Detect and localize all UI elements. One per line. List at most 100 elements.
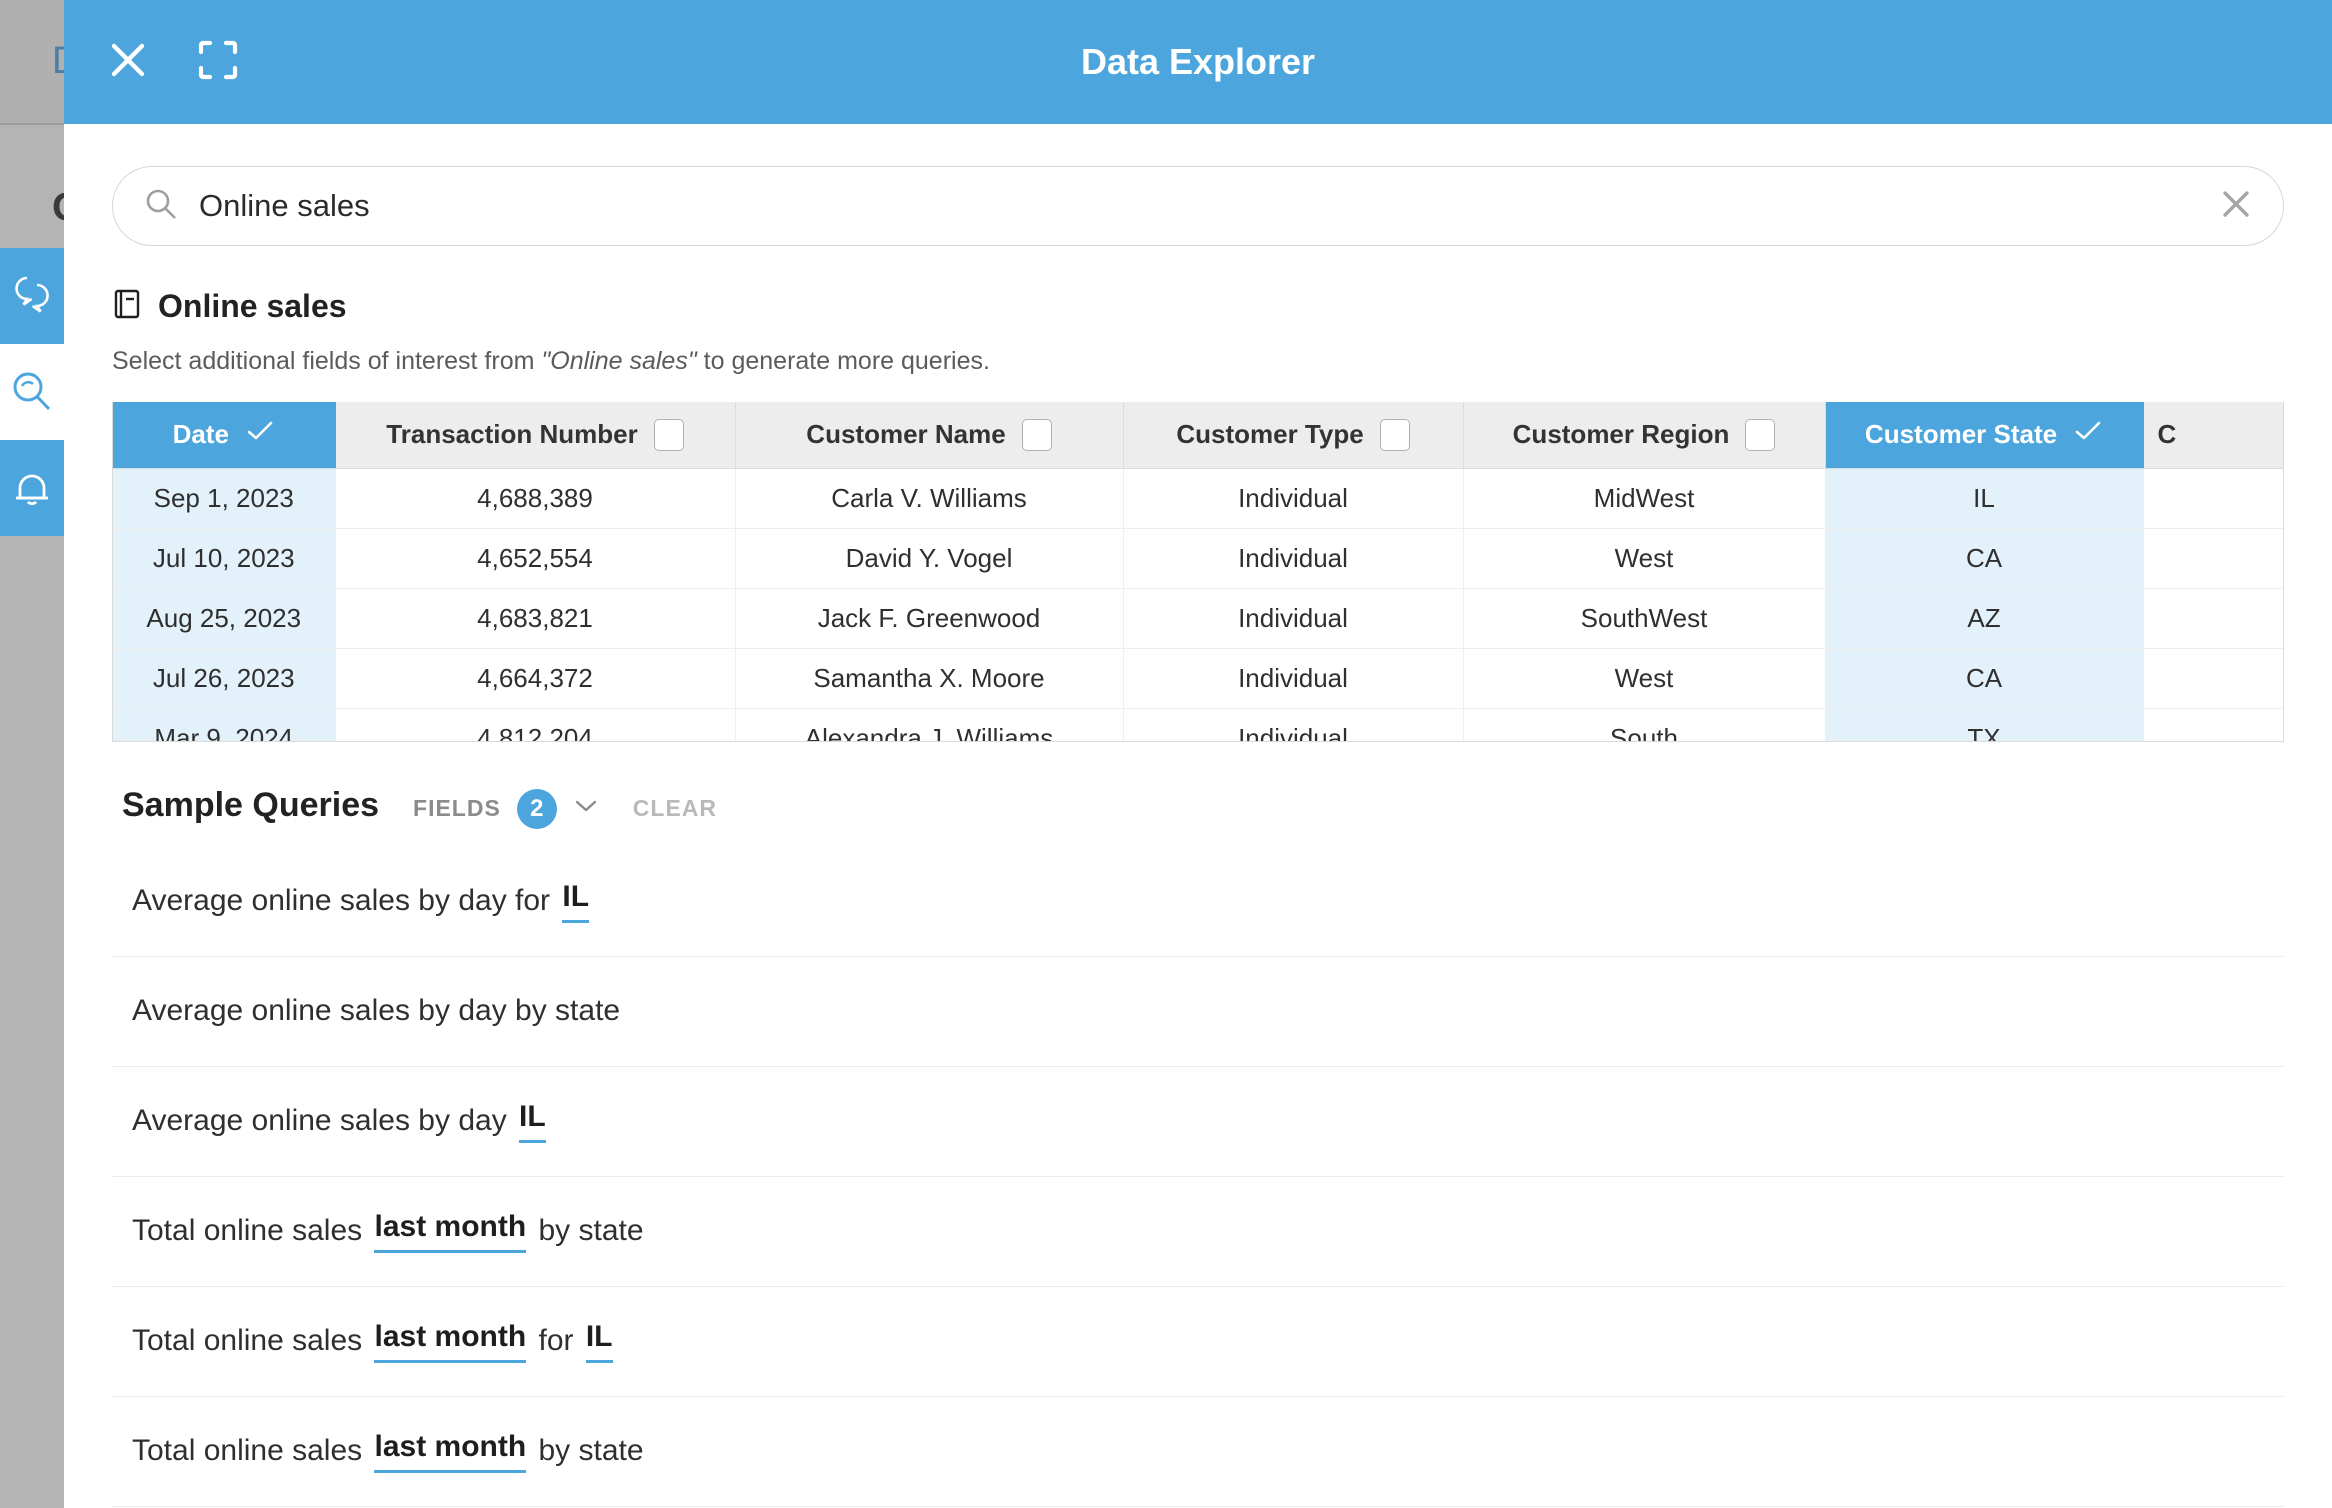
search-input[interactable]: Online sales xyxy=(199,188,2219,224)
check-icon xyxy=(2073,419,2103,450)
query-token[interactable]: IL xyxy=(585,1320,613,1363)
cell-more xyxy=(2143,588,2283,649)
dataset-subtitle-after: to generate more queries. xyxy=(696,347,990,375)
column-checkbox[interactable] xyxy=(1021,418,1052,451)
cell-name: Alexandra J. Williams xyxy=(735,708,1124,741)
query-text: Total online sales xyxy=(132,1214,371,1247)
query-text: by state xyxy=(530,1214,644,1247)
close-icon xyxy=(107,39,149,86)
column-header-customer-state[interactable]: Customer State xyxy=(1825,402,2144,469)
fields-count-badge: 2 xyxy=(516,788,557,829)
check-icon xyxy=(245,419,275,450)
cell-name: David Y. Vogel xyxy=(735,528,1124,589)
column-checkbox[interactable] xyxy=(653,418,684,451)
cell-date: Mar 9, 2024 xyxy=(113,708,336,741)
cell-state: CA xyxy=(1825,648,2144,709)
cell-type: Individual xyxy=(1123,528,1464,589)
sample-query-item[interactable]: Total online sales last month by state xyxy=(112,1397,2284,1507)
search-icon xyxy=(143,186,179,227)
cell-name: Samantha X. Moore xyxy=(735,648,1124,709)
sample-queries-list: Average online sales by day for IL Avera… xyxy=(112,847,2284,1507)
dataset-subtitle: Select additional fields of interest fro… xyxy=(112,347,2284,376)
rail-item-search[interactable] xyxy=(0,344,64,440)
table-row[interactable]: Sep 1, 2023 4,688,389 Carla V. Williams … xyxy=(113,468,2283,529)
sample-query-item[interactable]: Total online sales last month for IL xyxy=(112,1287,2284,1397)
conversations-icon xyxy=(9,274,55,318)
rail-item-conversations[interactable] xyxy=(0,248,64,344)
bell-icon xyxy=(10,465,54,511)
query-text: by state xyxy=(530,1434,644,1467)
cell-txn: 4,812,204 xyxy=(335,708,736,741)
sample-query-item[interactable]: Average online sales by day for IL xyxy=(112,847,2284,957)
fields-preview-table[interactable]: Date Transaction Number Customer Name Cu… xyxy=(112,402,2284,742)
column-header-date[interactable]: Date xyxy=(113,402,336,469)
search-clear-button[interactable] xyxy=(2219,187,2253,226)
cell-name: Jack F. Greenwood xyxy=(735,588,1124,649)
cell-more xyxy=(2143,708,2283,741)
sample-query-item[interactable]: Average online sales by day by state xyxy=(112,957,2284,1067)
cell-state: AZ xyxy=(1825,588,2144,649)
cell-state: CA xyxy=(1825,528,2144,589)
query-text: Average online sales by day by state xyxy=(132,994,621,1027)
cell-type: Individual xyxy=(1123,648,1464,709)
column-header-customer-type[interactable]: Customer Type xyxy=(1123,402,1464,469)
dataset-subtitle-quoted: "Online sales" xyxy=(541,347,697,375)
column-header-customer-region[interactable]: Customer Region xyxy=(1463,402,1826,469)
rail-item-notifications[interactable] xyxy=(0,440,64,536)
fields-filter-button[interactable]: FIELDS 2 xyxy=(413,788,599,829)
expand-button[interactable] xyxy=(186,30,250,94)
column-checkbox[interactable] xyxy=(1379,418,1410,451)
search-bar[interactable]: Online sales xyxy=(112,166,2284,246)
query-token[interactable]: last month xyxy=(374,1430,527,1473)
query-token[interactable]: last month xyxy=(374,1320,527,1363)
left-icon-rail xyxy=(0,248,64,536)
query-token[interactable]: IL xyxy=(519,1100,546,1143)
dataset-title: Online sales xyxy=(158,288,347,324)
cell-state: TX xyxy=(1825,708,2144,741)
cell-state: IL xyxy=(1825,468,2144,529)
fullscreen-icon xyxy=(196,38,240,87)
fields-label: FIELDS xyxy=(413,795,501,821)
query-token[interactable]: last month xyxy=(374,1210,527,1253)
query-text: Total online sales xyxy=(132,1324,371,1357)
sample-query-item[interactable]: Total online sales last month by state xyxy=(112,1177,2284,1287)
cell-more xyxy=(2143,648,2283,709)
sample-queries-title: Sample Queries xyxy=(122,786,380,824)
table-header-row: Date Transaction Number Customer Name Cu… xyxy=(113,402,2283,469)
column-header-truncated[interactable]: C xyxy=(2143,402,2283,469)
table-row[interactable]: Aug 25, 2023 4,683,821 Jack F. Greenwood… xyxy=(113,588,2283,649)
close-icon xyxy=(2219,187,2253,226)
column-header-transaction-number[interactable]: Transaction Number xyxy=(335,402,736,469)
cell-type: Individual xyxy=(1123,708,1464,741)
cell-type: Individual xyxy=(1123,588,1464,649)
modal-header-actions xyxy=(64,30,250,94)
modal-body: Online sales Online sales Select additio… xyxy=(64,124,2332,1508)
close-button[interactable] xyxy=(96,30,160,94)
modal-header: Data Explorer xyxy=(64,0,2332,124)
column-label: Date xyxy=(172,419,229,450)
cell-txn: 4,664,372 xyxy=(335,648,736,709)
cell-name: Carla V. Williams xyxy=(735,468,1124,529)
column-label: C xyxy=(2157,419,2177,450)
table-row[interactable]: Jul 10, 2023 4,652,554 David Y. Vogel In… xyxy=(113,528,2283,589)
column-header-customer-name[interactable]: Customer Name xyxy=(735,402,1124,469)
column-label: Transaction Number xyxy=(386,419,638,450)
clear-fields-button[interactable]: CLEAR xyxy=(633,795,717,822)
cell-date: Jul 26, 2023 xyxy=(113,648,336,709)
query-token[interactable]: IL xyxy=(562,880,590,923)
cell-more xyxy=(2143,468,2283,529)
query-text: Average online sales by day xyxy=(132,1104,516,1137)
cell-date: Sep 1, 2023 xyxy=(113,468,336,529)
sample-queries-header: Sample Queries FIELDS 2 CLEAR xyxy=(112,786,2284,829)
sample-query-item[interactable]: Average online sales by day IL xyxy=(112,1067,2284,1177)
column-label: Customer Name xyxy=(806,419,1006,450)
table-row[interactable]: Mar 9, 2024 4,812,204 Alexandra J. Willi… xyxy=(113,708,2283,741)
chevron-down-icon xyxy=(573,797,599,820)
cell-date: Jul 10, 2023 xyxy=(113,528,336,589)
cell-type: Individual xyxy=(1123,468,1464,529)
column-checkbox[interactable] xyxy=(1745,418,1776,451)
table-row[interactable]: Jul 26, 2023 4,664,372 Samantha X. Moore… xyxy=(113,648,2283,709)
column-label: Customer Type xyxy=(1176,419,1364,450)
column-label: Customer State xyxy=(1864,419,2058,450)
cell-region: SouthWest xyxy=(1463,588,1826,649)
